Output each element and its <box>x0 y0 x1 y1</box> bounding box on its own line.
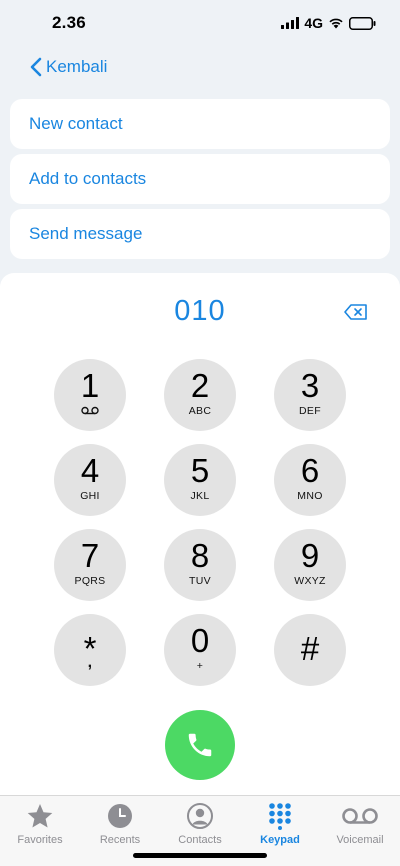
key-digit: 0 <box>190 622 210 659</box>
new-contact-button[interactable]: New contact <box>10 99 390 149</box>
add-to-contacts-button[interactable]: Add to contacts <box>10 154 390 204</box>
key-letters: PQRS <box>74 575 106 587</box>
status-bar: 2.36 4G <box>0 0 400 48</box>
key-hash[interactable]: # <box>274 614 346 686</box>
signal-icon <box>281 17 300 29</box>
tab-label: Recents <box>99 834 141 846</box>
back-label: Kembali <box>46 57 108 76</box>
backspace-icon[interactable] <box>343 302 369 322</box>
voicemail-icon <box>342 808 378 824</box>
key-2[interactable]: 2 ABC <box>164 359 236 431</box>
chevron-left-icon <box>30 57 42 77</box>
key-digit: 2 <box>190 367 210 404</box>
key-letters: GHI <box>80 490 100 502</box>
key-letters: + <box>196 660 204 672</box>
dialed-number: 010 <box>174 295 226 327</box>
tab-contacts[interactable]: Contacts <box>160 796 240 856</box>
key-digit: 8 <box>190 537 210 574</box>
wifi-icon <box>329 18 343 29</box>
key-digit: 9 <box>300 537 320 574</box>
key-letters: WXYZ <box>294 575 326 587</box>
key-9[interactable]: 9 WXYZ <box>274 529 346 601</box>
battery-icon <box>349 16 376 30</box>
key-digit: 4 <box>80 452 100 489</box>
key-letters: JKL <box>190 490 210 502</box>
tab-label: Voicemail <box>336 834 384 846</box>
key-7[interactable]: 7 PQRS <box>54 529 126 601</box>
voicemail-icon <box>81 406 99 415</box>
key-letters: ABC <box>188 405 212 417</box>
key-3[interactable]: 3 DEF <box>274 359 346 431</box>
star-icon <box>27 804 53 828</box>
key-letters: TUV <box>189 575 211 587</box>
key-digit: 7 <box>80 537 100 574</box>
status-time: 2.36 <box>52 13 86 32</box>
key-digit: 5 <box>190 452 210 489</box>
tab-label: Contacts <box>178 834 222 846</box>
key-letters: DEF <box>299 405 321 417</box>
key-letters: , <box>87 654 93 671</box>
key-digit: 3 <box>300 367 320 404</box>
key-8[interactable]: 8 TUV <box>164 529 236 601</box>
tab-recents[interactable]: Recents <box>80 796 160 856</box>
key-digit: # <box>300 630 320 667</box>
key-letters: MNO <box>297 490 323 502</box>
key-digit: 6 <box>300 452 320 489</box>
tab-voicemail[interactable]: Voicemail <box>320 796 400 856</box>
call-button[interactable] <box>165 710 235 780</box>
keypad-icon <box>269 803 291 830</box>
tab-label: Favorites <box>17 834 63 846</box>
tab-favorites[interactable]: Favorites <box>0 796 80 856</box>
status-indicators: 4G <box>281 13 376 33</box>
key-5[interactable]: 5 JKL <box>164 444 236 516</box>
key-star[interactable]: * , <box>54 614 126 686</box>
home-indicator[interactable] <box>133 853 267 858</box>
key-4[interactable]: 4 GHI <box>54 444 126 516</box>
key-6[interactable]: 6 MNO <box>274 444 346 516</box>
send-message-button[interactable]: Send message <box>10 209 390 259</box>
network-label: 4G <box>304 15 323 31</box>
phone-icon <box>188 733 212 757</box>
clock-icon <box>108 804 132 828</box>
person-icon <box>187 803 213 829</box>
key-0[interactable]: 0 + <box>164 614 236 686</box>
tab-keypad[interactable]: Keypad <box>240 796 320 856</box>
back-button[interactable]: Kembali <box>30 54 107 80</box>
key-1[interactable]: 1 <box>54 359 126 431</box>
key-digit: 1 <box>80 367 100 404</box>
tab-label: Keypad <box>260 834 300 846</box>
